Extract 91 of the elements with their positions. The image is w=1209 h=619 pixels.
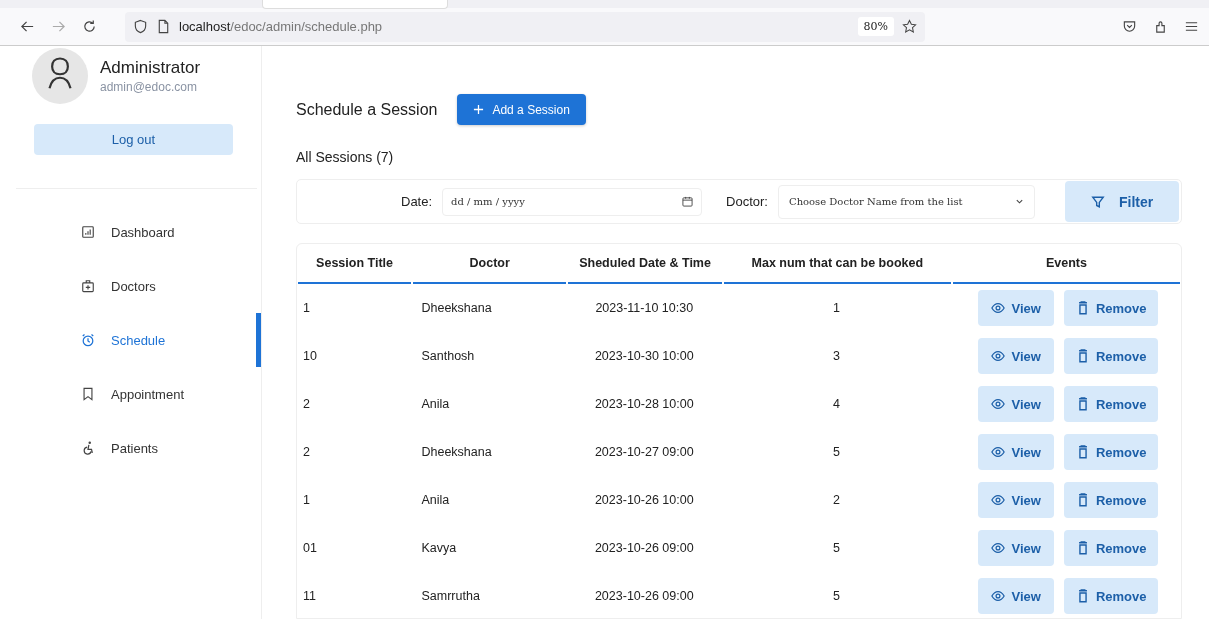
profile-email: admin@edoc.com bbox=[100, 80, 198, 94]
table-cell-text: 2023-10-26 09:00 bbox=[593, 589, 695, 603]
address-bar[interactable]: localhost/edoc/admin/schedule.php 80% bbox=[125, 11, 925, 42]
view-button[interactable]: View bbox=[978, 482, 1055, 518]
remove-button[interactable]: Remove bbox=[1064, 434, 1159, 470]
table-cell-text: 4 bbox=[832, 397, 841, 411]
table-cell-text: Dheekshana bbox=[420, 301, 493, 315]
calendar-icon[interactable] bbox=[682, 195, 694, 207]
table-cell-text: 1 bbox=[302, 301, 311, 315]
url-text: localhost/edoc/admin/schedule.php bbox=[179, 19, 383, 34]
eye-icon bbox=[991, 541, 1006, 555]
table-cell-text: 2023-10-30 10:00 bbox=[593, 349, 695, 363]
table-cell-text: 5 bbox=[832, 445, 841, 459]
medical-case-icon bbox=[81, 279, 95, 293]
view-button[interactable]: View bbox=[978, 290, 1055, 326]
remove-button[interactable]: Remove bbox=[1064, 578, 1159, 614]
view-button[interactable]: View bbox=[978, 578, 1055, 614]
table-cell-text: 11 bbox=[302, 589, 317, 603]
sidebar-item[interactable]: Dashboard bbox=[0, 205, 261, 259]
sidebar-item[interactable]: Patients bbox=[0, 421, 261, 475]
avatar-icon bbox=[32, 48, 88, 104]
table-cell-text: 2023-11-10 10:30 bbox=[594, 301, 695, 315]
column-header: Doctor bbox=[413, 244, 567, 284]
column-header: Events bbox=[952, 244, 1180, 284]
plus-icon bbox=[473, 104, 485, 115]
sidebar-item[interactable]: Doctors bbox=[0, 259, 261, 313]
chart-icon bbox=[81, 225, 95, 239]
table-cell-text: Dheekshana bbox=[420, 445, 493, 459]
table-cell-text: 10 bbox=[302, 349, 318, 363]
eye-icon bbox=[991, 493, 1006, 507]
shield-icon bbox=[133, 19, 148, 34]
chevron-down-icon bbox=[1015, 197, 1025, 206]
view-button[interactable]: View bbox=[978, 386, 1055, 422]
remove-button[interactable]: Remove bbox=[1064, 482, 1159, 518]
table-cell-text: Kavya bbox=[420, 541, 458, 555]
sidebar-item[interactable]: Appointment bbox=[0, 367, 261, 421]
table-cell-text: Anila bbox=[420, 397, 451, 411]
table-cell-text: 5 bbox=[832, 589, 841, 603]
table-cell-text: Santhosh bbox=[420, 349, 476, 363]
date-field[interactable]: dd / mm / yyyy bbox=[442, 187, 703, 216]
star-icon[interactable] bbox=[902, 19, 917, 34]
view-button[interactable]: View bbox=[978, 434, 1055, 470]
logout-button[interactable]: Log out bbox=[34, 124, 233, 155]
alarm-clock-icon bbox=[81, 333, 95, 347]
table-cell-text: 2023-10-28 10:00 bbox=[593, 397, 695, 411]
add-session-button[interactable]: Add a Session bbox=[457, 94, 586, 125]
table-cell-text: 1 bbox=[832, 301, 841, 315]
eye-icon bbox=[991, 445, 1006, 459]
extensions-icon[interactable] bbox=[1153, 19, 1168, 34]
eye-icon bbox=[991, 397, 1006, 411]
doctor-label: Doctor: bbox=[726, 194, 768, 209]
eye-icon bbox=[991, 349, 1006, 363]
table-cell-text: 3 bbox=[832, 349, 841, 363]
table-cell-text: Anila bbox=[420, 493, 451, 507]
remove-button[interactable]: Remove bbox=[1064, 290, 1159, 326]
page-icon bbox=[156, 19, 171, 34]
column-header: Session Title bbox=[298, 244, 412, 284]
remove-button[interactable]: Remove bbox=[1064, 530, 1159, 566]
date-label: Date: bbox=[401, 194, 433, 209]
bookmark-icon bbox=[81, 387, 95, 401]
table-cell-text: 2 bbox=[832, 493, 841, 507]
menu-icon[interactable] bbox=[1184, 19, 1199, 34]
sessions-heading: All Sessions (7) bbox=[296, 149, 395, 165]
pocket-icon[interactable] bbox=[1122, 19, 1137, 34]
reload-icon[interactable] bbox=[82, 19, 97, 34]
table-cell-text: 2023-10-26 09:00 bbox=[593, 541, 695, 555]
view-button[interactable]: View bbox=[978, 530, 1055, 566]
table-cell-text: 2 bbox=[302, 445, 311, 459]
sidebar-item[interactable]: Schedule bbox=[0, 313, 261, 367]
table-cell-text: 2023-10-26 10:00 bbox=[593, 493, 695, 507]
view-button[interactable]: View bbox=[978, 338, 1055, 374]
eye-icon bbox=[991, 589, 1006, 603]
page-title: Schedule a Session bbox=[296, 100, 438, 119]
table-cell-text: 5 bbox=[832, 541, 841, 555]
table-cell-text: 2023-10-27 09:00 bbox=[593, 445, 695, 459]
table-cell-text: 01 bbox=[302, 541, 318, 555]
table-cell-text: Samrrutha bbox=[420, 589, 481, 603]
eye-icon bbox=[991, 301, 1006, 315]
back-icon[interactable] bbox=[20, 19, 35, 34]
doctor-select[interactable]: Choose Doctor Name from the list bbox=[778, 184, 1036, 219]
filter-icon bbox=[1091, 194, 1106, 209]
zoom-level[interactable]: 80% bbox=[857, 17, 894, 36]
table-cell-text: 1 bbox=[302, 493, 311, 507]
column-header: Max num that can be booked bbox=[723, 244, 951, 284]
wheelchair-icon bbox=[81, 441, 95, 455]
column-header: Sheduled Date & Time bbox=[568, 244, 722, 284]
table-cell-text: 2 bbox=[302, 397, 311, 411]
profile-name: Administrator bbox=[100, 58, 201, 78]
remove-button[interactable]: Remove bbox=[1064, 338, 1159, 374]
filter-button[interactable]: Filter bbox=[1065, 181, 1179, 222]
remove-button[interactable]: Remove bbox=[1064, 386, 1159, 422]
